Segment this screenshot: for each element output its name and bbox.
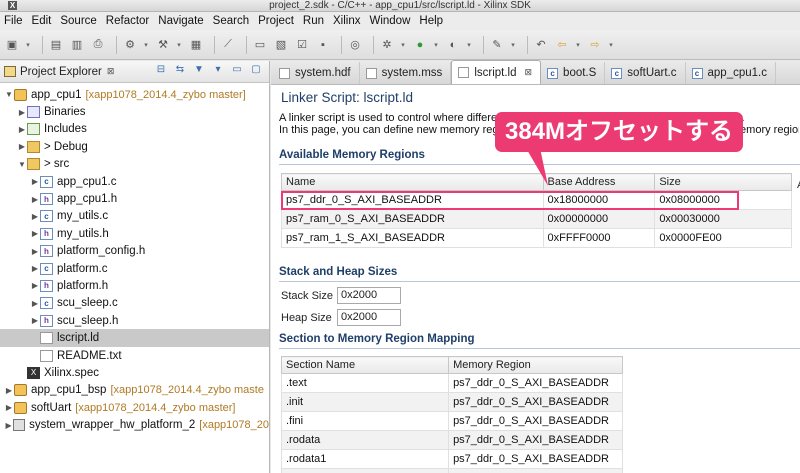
annotation-arrow: [526, 148, 548, 186]
annotation-callout: 384Mオフセットする: [495, 112, 744, 152]
highlight-box: [281, 191, 739, 210]
